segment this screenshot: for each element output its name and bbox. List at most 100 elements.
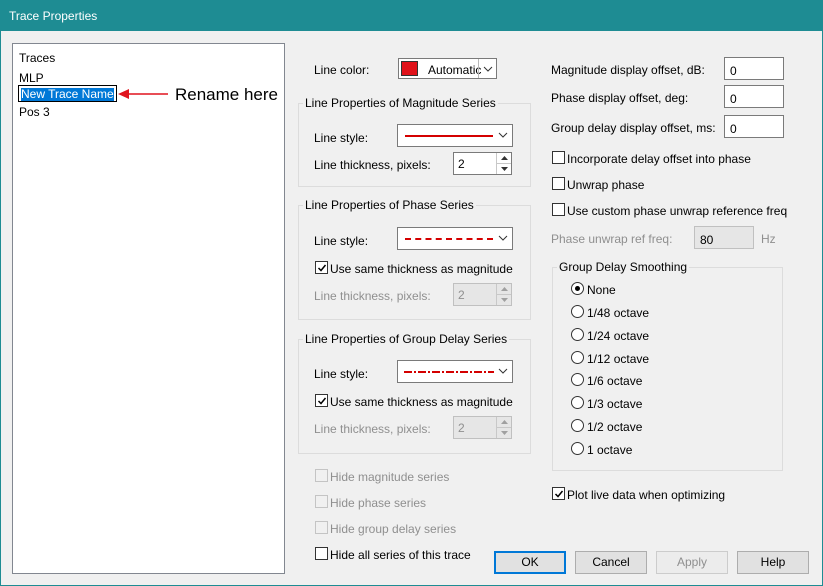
magnitude-style-combo[interactable] bbox=[397, 124, 513, 147]
incorporate-delay-checkbox[interactable] bbox=[552, 151, 565, 164]
smoothing-radio-1-24[interactable] bbox=[571, 328, 584, 341]
unwrap-ref-value: 80 bbox=[700, 233, 714, 247]
phase-style-combo[interactable] bbox=[397, 227, 513, 250]
smoothing-radio-1-48[interactable] bbox=[571, 305, 584, 318]
phase-thickness-label: Line thickness, pixels: bbox=[314, 289, 431, 303]
magnitude-thickness-stepper[interactable]: 2 bbox=[453, 152, 512, 175]
smoothing-group-title: Group Delay Smoothing bbox=[557, 260, 690, 274]
stepper-down-button[interactable] bbox=[497, 295, 511, 306]
magnitude-offset-value: 0 bbox=[730, 64, 737, 78]
group-delay-same-thickness-label: Use same thickness as magnitude bbox=[330, 395, 513, 409]
group-delay-thickness-stepper[interactable]: 2 bbox=[453, 416, 512, 439]
smoothing-radio-1-octave[interactable] bbox=[571, 442, 584, 455]
smoothing-group: Group Delay Smoothing bbox=[552, 260, 783, 471]
phase-same-thickness-label: Use same thickness as magnitude bbox=[330, 262, 513, 276]
smoothing-label-1-2: 1/2 octave bbox=[587, 420, 643, 434]
unwrap-phase-checkbox[interactable] bbox=[552, 177, 565, 190]
stepper-up-button[interactable] bbox=[497, 417, 511, 428]
smoothing-label-1-octave: 1 octave bbox=[587, 443, 633, 457]
chevron-down-icon bbox=[483, 66, 493, 72]
smoothing-label-1-24: 1/24 octave bbox=[587, 329, 650, 343]
smoothing-radio-none[interactable] bbox=[571, 282, 584, 295]
group-delay-style-dropdown[interactable] bbox=[494, 361, 512, 382]
stepper-up-button[interactable] bbox=[497, 284, 511, 295]
line-color-combo[interactable]: Automatic bbox=[398, 58, 497, 79]
smoothing-radio-1-12[interactable] bbox=[571, 351, 584, 364]
phase-same-thickness-checkbox[interactable] bbox=[315, 261, 328, 274]
unwrap-ref-input[interactable]: 80 bbox=[694, 226, 754, 249]
custom-unwrap-checkbox[interactable] bbox=[552, 203, 565, 216]
hide-all-checkbox[interactable] bbox=[315, 547, 328, 560]
hide-phase-checkbox[interactable] bbox=[315, 495, 328, 508]
caret-down-icon bbox=[501, 430, 508, 435]
phase-group-title: Line Properties of Phase Series bbox=[303, 198, 476, 212]
trace-item-pos3[interactable]: Pos 3 bbox=[19, 105, 50, 119]
phase-offset-value: 0 bbox=[730, 92, 737, 106]
line-color-value: Automatic bbox=[428, 63, 482, 77]
caret-down-icon bbox=[501, 297, 508, 302]
traces-header: Traces bbox=[19, 51, 56, 65]
magnitude-group-title: Line Properties of Magnitude Series bbox=[303, 96, 498, 110]
unwrap-ref-unit: Hz bbox=[761, 232, 776, 246]
cancel-button[interactable]: Cancel bbox=[575, 551, 647, 574]
unwrap-ref-label: Phase unwrap ref freq: bbox=[551, 232, 673, 246]
group-delay-offset-input[interactable]: 0 bbox=[724, 115, 784, 138]
caret-up-icon bbox=[501, 156, 508, 160]
checkmark-icon bbox=[317, 397, 327, 405]
hide-magnitude-checkbox[interactable] bbox=[315, 469, 328, 482]
rename-annotation: Rename here bbox=[175, 85, 279, 104]
caret-up-icon bbox=[501, 420, 508, 424]
smoothing-label-1-3: 1/3 octave bbox=[587, 397, 643, 411]
checkmark-icon bbox=[317, 264, 327, 272]
chevron-down-icon bbox=[498, 235, 508, 241]
hide-phase-label: Hide phase series bbox=[330, 496, 427, 510]
phase-style-label: Line style: bbox=[314, 234, 369, 248]
smoothing-label-1-12: 1/12 octave bbox=[587, 352, 650, 366]
group-delay-offset-label: Group delay display offset, ms: bbox=[551, 121, 716, 135]
hide-group-delay-label: Hide group delay series bbox=[330, 522, 457, 536]
group-delay-offset-value: 0 bbox=[730, 122, 737, 136]
unwrap-phase-label: Unwrap phase bbox=[567, 178, 645, 192]
magnitude-thickness-label: Line thickness, pixels: bbox=[314, 158, 431, 172]
help-button[interactable]: Help bbox=[737, 551, 809, 574]
caret-up-icon bbox=[501, 287, 508, 291]
hide-group-delay-checkbox[interactable] bbox=[315, 521, 328, 534]
stepper-up-button[interactable] bbox=[497, 153, 511, 164]
line-color-swatch bbox=[401, 61, 418, 76]
trace-rename-input[interactable]: New Trace Name bbox=[18, 85, 117, 102]
caret-down-icon bbox=[501, 166, 508, 171]
smoothing-radio-1-2[interactable] bbox=[571, 419, 584, 432]
trace-item-mlp[interactable]: MLP bbox=[19, 71, 44, 85]
group-delay-style-label: Line style: bbox=[314, 367, 369, 381]
group-delay-thickness-label: Line thickness, pixels: bbox=[314, 422, 431, 436]
smoothing-label-1-48: 1/48 octave bbox=[587, 306, 650, 320]
magnitude-offset-input[interactable]: 0 bbox=[724, 57, 784, 80]
stepper-down-button[interactable] bbox=[497, 428, 511, 439]
group-delay-same-thickness-checkbox[interactable] bbox=[315, 394, 328, 407]
group-delay-line-sample bbox=[404, 371, 494, 373]
magnitude-style-dropdown[interactable] bbox=[494, 125, 512, 146]
smoothing-radio-1-3[interactable] bbox=[571, 396, 584, 409]
plot-live-checkbox[interactable] bbox=[552, 487, 565, 500]
smoothing-radio-1-6[interactable] bbox=[571, 373, 584, 386]
stepper-down-button[interactable] bbox=[497, 164, 511, 175]
phase-thickness-value: 2 bbox=[458, 288, 465, 302]
magnitude-line-sample bbox=[405, 135, 493, 137]
title-bar: Trace Properties bbox=[0, 0, 823, 31]
phase-offset-label: Phase display offset, deg: bbox=[551, 91, 689, 105]
line-color-label: Line color: bbox=[314, 63, 370, 77]
phase-thickness-stepper[interactable]: 2 bbox=[453, 283, 512, 306]
line-color-dropdown-button[interactable] bbox=[478, 59, 496, 78]
group-delay-style-combo[interactable] bbox=[397, 360, 513, 383]
phase-style-dropdown[interactable] bbox=[494, 228, 512, 249]
chevron-down-icon bbox=[498, 132, 508, 138]
smoothing-label-none: None bbox=[587, 283, 616, 297]
plot-live-label: Plot live data when optimizing bbox=[567, 488, 726, 502]
magnitude-style-label: Line style: bbox=[314, 131, 369, 145]
phase-offset-input[interactable]: 0 bbox=[724, 85, 784, 108]
ok-button[interactable]: OK bbox=[494, 551, 566, 574]
hide-all-label: Hide all series of this trace bbox=[330, 548, 471, 562]
hide-magnitude-label: Hide magnitude series bbox=[330, 470, 450, 484]
apply-button[interactable]: Apply bbox=[656, 551, 728, 574]
traces-list[interactable]: Traces MLP New Trace Name Pos 3 bbox=[12, 43, 285, 574]
